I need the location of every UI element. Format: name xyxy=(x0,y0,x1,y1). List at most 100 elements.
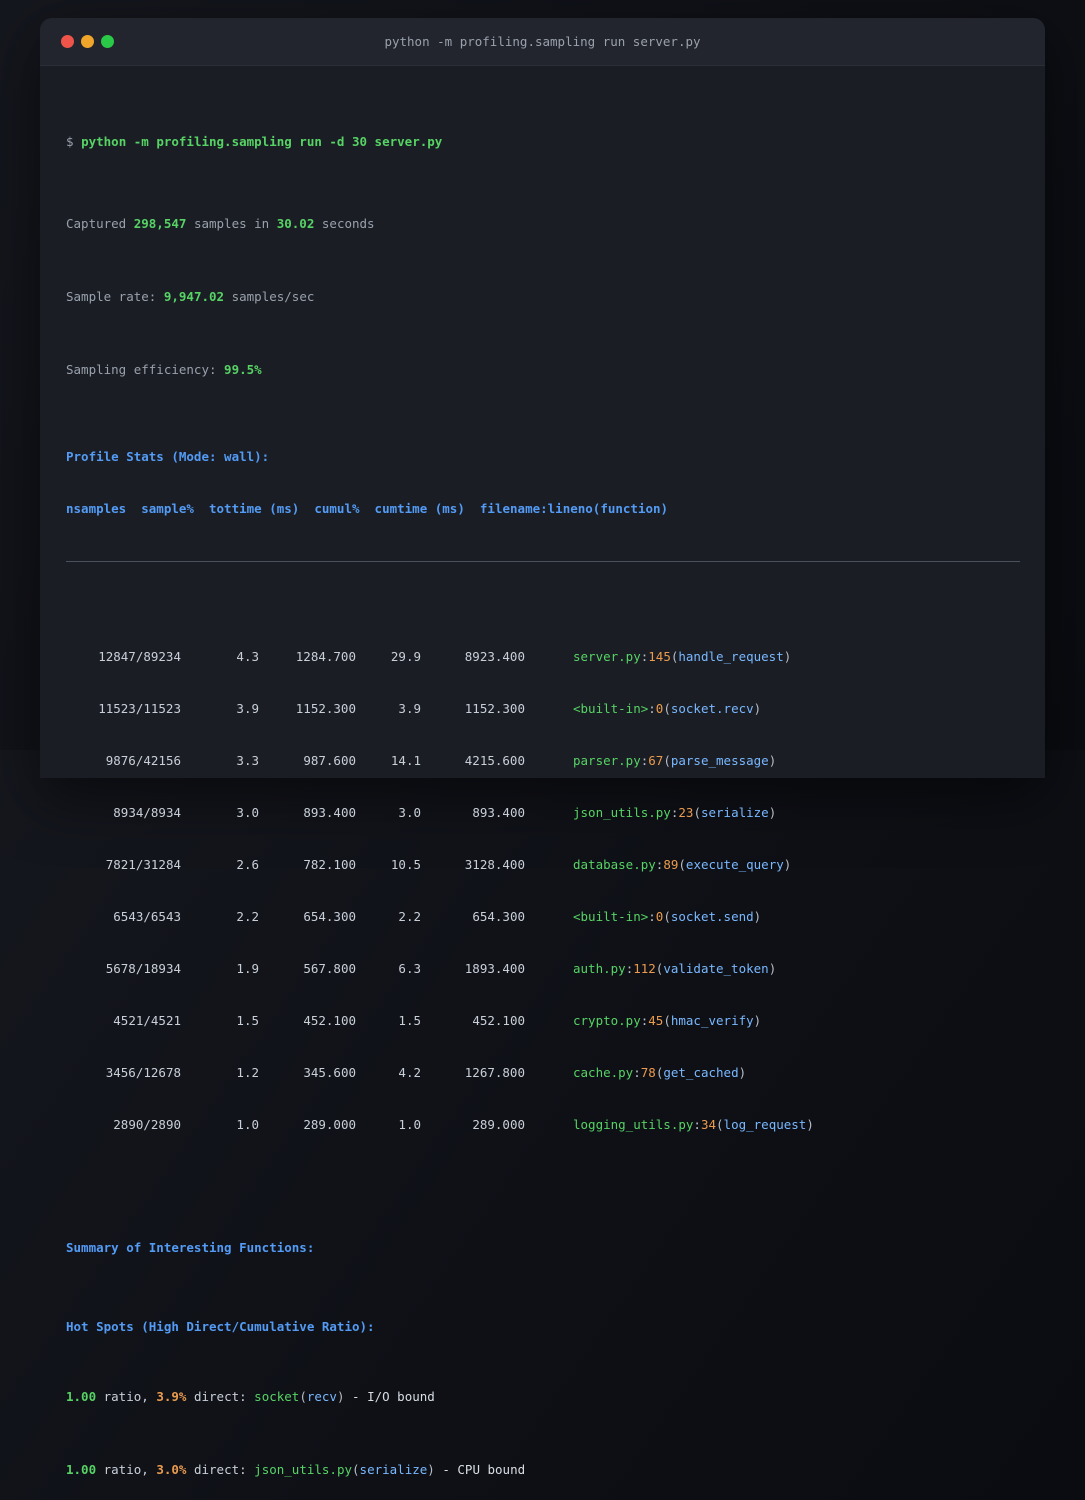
stat-nsamples: 8934/8934 xyxy=(113,805,181,820)
colon: : xyxy=(693,1117,701,1132)
sample-rate-line: Sample rate: 9,947.02 samples/sec xyxy=(66,288,1020,306)
stat-lineno: 0 xyxy=(655,909,664,924)
stat-sample-pct: 1.0 xyxy=(236,1117,259,1132)
paren-open: ( xyxy=(663,701,671,716)
terminal-output: $ python -m profiling.sampling run -d 30… xyxy=(40,66,1045,1500)
minimize-button[interactable] xyxy=(81,35,94,48)
paren-open: ( xyxy=(678,857,686,872)
stat-nsamples: 12847/89234 xyxy=(98,649,181,664)
stat-sample-pct: 4.3 xyxy=(236,649,259,664)
hot-spots-title: Hot Spots (High Direct/Cumulative Ratio)… xyxy=(66,1319,375,1334)
title-bar[interactable]: python -m profiling.sampling run server.… xyxy=(40,18,1045,66)
stat-cumul-pct: 14.1 xyxy=(390,753,421,768)
sample-rate-value: 9,947.02 xyxy=(163,289,225,304)
stats-table: 12847/89234 4.3 1284.700 29.9 8923.400 server… xyxy=(66,618,1020,1164)
colon: : xyxy=(625,961,634,976)
paren-open: ( xyxy=(663,753,671,768)
stat-func: serialize xyxy=(700,805,769,820)
hot-label: ratio, xyxy=(96,1462,157,1477)
stat-location: database.py:89(execute_query) xyxy=(525,856,791,874)
stat-location: logging_utils.py:34(log_request) xyxy=(525,1116,814,1134)
stat-file: logging_utils.py xyxy=(573,1117,694,1132)
stat-location: server.py:145(handle_request) xyxy=(525,648,791,666)
colon: : xyxy=(633,1065,641,1080)
stat-lineno: 45 xyxy=(648,1013,664,1028)
stats-row: 11523/11523 3.9 1152.300 3.9 1152.300 <built-… xyxy=(66,700,1020,718)
stat-tottime: 654.300 xyxy=(303,909,356,924)
terminal-window: python -m profiling.sampling run server.… xyxy=(40,18,1045,1477)
sample-rate-unit: samples/sec xyxy=(224,289,315,304)
paren-close: ) xyxy=(753,909,762,924)
stat-file: parser.py xyxy=(573,753,641,768)
hot-label: ratio, xyxy=(96,1389,157,1404)
stats-table-header: nsamples sample% tottime (ms) cumul% cum… xyxy=(66,501,669,516)
stat-func: socket.send xyxy=(670,909,754,924)
capture-label-3: seconds xyxy=(314,216,375,231)
paren-close: ) xyxy=(336,1389,345,1404)
stat-tottime: 289.000 xyxy=(303,1117,356,1132)
capture-summary-line: Captured 298,547 samples in 30.02 second… xyxy=(66,215,1020,233)
efficiency-label: Sampling efficiency: xyxy=(66,362,225,377)
stat-sample-pct: 1.5 xyxy=(236,1013,259,1028)
stat-cumul-pct: 10.5 xyxy=(390,857,421,872)
hot-ratio: 1.00 xyxy=(66,1462,97,1477)
stat-cumtime: 3128.400 xyxy=(464,857,525,872)
stat-cumul-pct: 1.5 xyxy=(398,1013,421,1028)
stat-func: socket.recv xyxy=(670,701,754,716)
stat-nsamples: 2890/2890 xyxy=(113,1117,181,1132)
stat-cumul-pct: 29.9 xyxy=(390,649,421,664)
stat-func: execute_query xyxy=(685,857,784,872)
stat-file: auth.py xyxy=(573,961,626,976)
paren-open: ( xyxy=(663,1013,671,1028)
capture-duration: 30.02 xyxy=(276,216,315,231)
samples-count: 298,547 xyxy=(133,216,187,231)
colon: : xyxy=(640,1013,649,1028)
stat-cumtime: 8923.400 xyxy=(464,649,525,664)
stat-sample-pct: 1.9 xyxy=(236,961,259,976)
stat-cumul-pct: 3.9 xyxy=(398,701,421,716)
hot-note: - CPU bound xyxy=(434,1462,526,1477)
efficiency-line: Sampling efficiency: 99.5% xyxy=(66,361,1020,379)
hot-ratio: 1.00 xyxy=(66,1389,97,1404)
capture-label-2: samples in xyxy=(186,216,277,231)
stat-file: server.py xyxy=(573,649,641,664)
stat-lineno: 78 xyxy=(640,1065,656,1080)
stat-nsamples: 7821/31284 xyxy=(105,857,181,872)
stat-location: <built-in>:0(socket.recv) xyxy=(525,700,761,718)
stat-location: crypto.py:45(hmac_verify) xyxy=(525,1012,761,1030)
stats-row: 7821/31284 2.6 782.100 10.5 3128.400 database… xyxy=(66,856,1020,874)
colon: : xyxy=(640,753,649,768)
paren-open: ( xyxy=(655,961,664,976)
hot-label-2: direct: xyxy=(186,1389,255,1404)
stat-sample-pct: 3.9 xyxy=(236,701,259,716)
paren-close: ) xyxy=(806,1117,814,1132)
paren-close: ) xyxy=(783,649,792,664)
stat-tottime: 345.600 xyxy=(303,1065,356,1080)
stat-nsamples: 5678/18934 xyxy=(105,961,181,976)
colon: : xyxy=(648,909,656,924)
close-button[interactable] xyxy=(61,35,74,48)
paren-close: ) xyxy=(768,805,777,820)
stat-cumtime: 1267.800 xyxy=(464,1065,525,1080)
stat-lineno: 145 xyxy=(648,649,671,664)
colon: : xyxy=(655,857,664,872)
stats-row: 8934/8934 3.0 893.400 3.0 893.400 json_utils.… xyxy=(66,804,1020,822)
stat-nsamples: 9876/42156 xyxy=(105,753,181,768)
colon: : xyxy=(670,805,679,820)
stat-file: json_utils.py xyxy=(573,805,671,820)
stat-file: <built-in> xyxy=(573,909,649,924)
stat-lineno: 23 xyxy=(678,805,694,820)
stats-row: 4521/4521 1.5 452.100 1.5 452.100 crypto.py:4… xyxy=(66,1012,1020,1030)
stat-tottime: 1284.700 xyxy=(295,649,356,664)
profile-stats-title: Profile Stats (Mode: wall): xyxy=(66,449,270,464)
stat-cumul-pct: 2.2 xyxy=(398,909,421,924)
table-header-divider xyxy=(66,561,1020,562)
stat-nsamples: 4521/4521 xyxy=(113,1013,181,1028)
stat-cumul-pct: 4.2 xyxy=(398,1065,421,1080)
stat-cumtime: 1893.400 xyxy=(464,961,525,976)
stat-cumtime: 289.000 xyxy=(472,1117,525,1132)
maximize-button[interactable] xyxy=(101,35,114,48)
paren-close: ) xyxy=(753,701,762,716)
stat-lineno: 34 xyxy=(700,1117,717,1132)
efficiency-value: 99.5% xyxy=(224,362,262,377)
